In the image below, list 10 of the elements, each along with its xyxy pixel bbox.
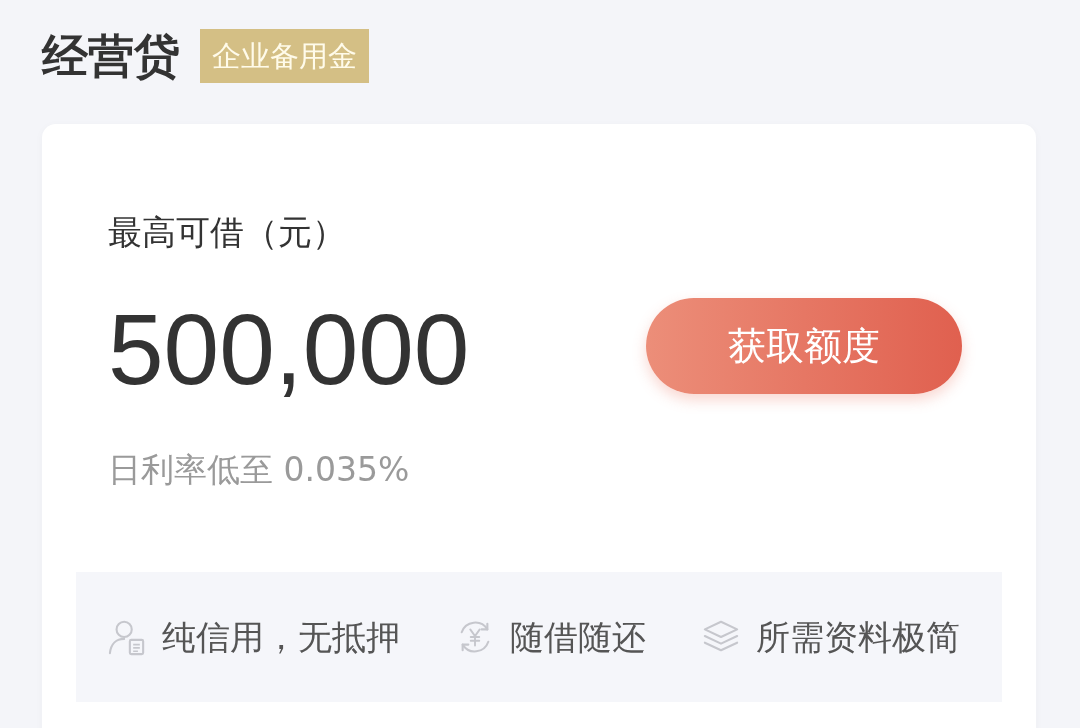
tag-label: 企业备用金 (200, 29, 369, 83)
page-title: 经营贷 (42, 28, 180, 84)
user-document-icon (108, 618, 146, 656)
amount-value: 500,000 (108, 294, 470, 404)
rate-text: 日利率低至 0.035% (108, 449, 411, 491)
feature-label: 纯信用，无抵押 (162, 616, 400, 659)
get-quota-button[interactable]: 获取额度 (646, 298, 962, 394)
feature-label: 所需资料极简 (756, 616, 960, 659)
feature-label: 随借随还 (510, 616, 646, 659)
limit-label: 最高可借（元） (108, 211, 347, 254)
